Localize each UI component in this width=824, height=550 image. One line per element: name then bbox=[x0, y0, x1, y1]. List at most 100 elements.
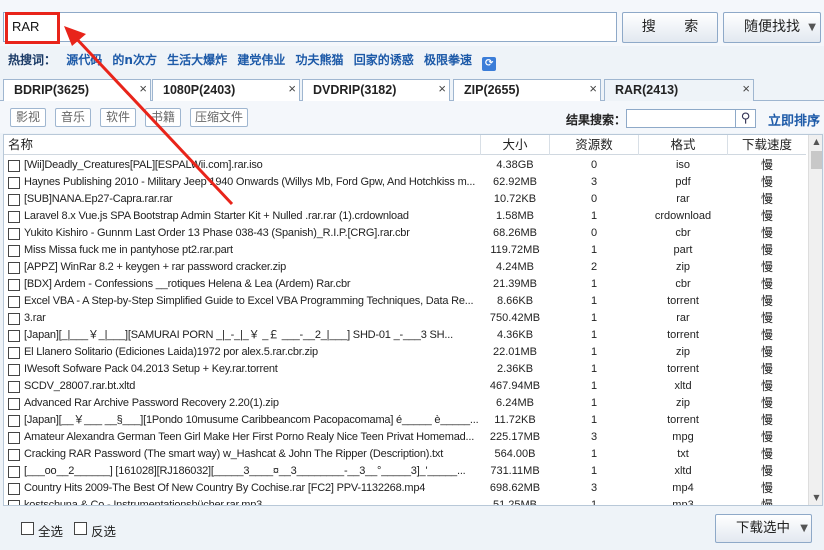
download-selected-button[interactable]: 下载选中 ▼ bbox=[715, 514, 812, 543]
category-books[interactable]: 书籍 bbox=[145, 108, 181, 127]
close-icon[interactable]: × bbox=[139, 78, 147, 99]
random-find-button[interactable]: 随便找找 ▼ bbox=[723, 12, 821, 43]
file-name[interactable]: [APPZ] WinRar 8.2 + keygen + rar passwor… bbox=[24, 259, 480, 276]
row-checkbox[interactable] bbox=[8, 313, 20, 325]
table-row[interactable]: [Wii]Deadly_Creatures[PAL][ESPALWii.com]… bbox=[4, 157, 806, 174]
chevron-down-icon[interactable]: ▼ bbox=[808, 13, 816, 42]
close-icon[interactable]: × bbox=[288, 78, 296, 99]
select-all-label[interactable]: 全选 bbox=[38, 521, 63, 540]
table-row[interactable]: Amateur Alexandra German Teen Girl Make … bbox=[4, 429, 806, 446]
file-name[interactable]: Amateur Alexandra German Teen Girl Make … bbox=[24, 429, 480, 446]
file-name[interactable]: Miss Missa fuck me in pantyhose pt2.rar.… bbox=[24, 242, 480, 259]
table-row[interactable]: Country Hits 2009-The Best Of New Countr… bbox=[4, 480, 806, 497]
hot-word[interactable]: 源代码 bbox=[66, 53, 102, 67]
close-icon[interactable]: × bbox=[742, 78, 750, 99]
row-checkbox[interactable] bbox=[8, 449, 20, 461]
scrollbar[interactable]: ▲ ▼ bbox=[808, 135, 822, 505]
file-name[interactable]: Advanced Rar Archive Password Recovery 2… bbox=[24, 395, 480, 412]
table-row[interactable]: IWesoft Sofware Pack 04.2013 Setup + Key… bbox=[4, 361, 806, 378]
table-row[interactable]: 3.rar 750.42MB 1 rar 慢 bbox=[4, 310, 806, 327]
invert-selection-label[interactable]: 反选 bbox=[91, 521, 116, 540]
file-name[interactable]: [Japan][_|___￥_|___][SAMURAI PORN _|_-_|… bbox=[24, 327, 480, 344]
search-icon[interactable]: ⚲ bbox=[736, 109, 756, 128]
refresh-icon[interactable]: ⟳ bbox=[482, 57, 497, 71]
category-software[interactable]: 软件 bbox=[100, 108, 136, 127]
table-row[interactable]: [Japan][_|___￥_|___][SAMURAI PORN _|_-_|… bbox=[4, 327, 806, 344]
column-format[interactable]: 格式 bbox=[639, 135, 728, 155]
table-row[interactable]: Miss Missa fuck me in pantyhose pt2.rar.… bbox=[4, 242, 806, 259]
file-name[interactable]: [BDX] Ardem - Confessions __rotiques Hel… bbox=[24, 276, 480, 293]
tab-dvdrip[interactable]: DVDRIP(3182) × bbox=[302, 79, 450, 101]
scroll-up-icon[interactable]: ▲ bbox=[809, 135, 822, 149]
invert-selection-checkbox[interactable] bbox=[74, 522, 87, 535]
file-name[interactable]: 3.rar bbox=[24, 310, 480, 327]
column-name[interactable]: 名称 bbox=[4, 135, 481, 155]
search-button[interactable]: 搜 索 bbox=[622, 12, 718, 43]
file-name[interactable]: SCDV_28007.rar.bt.xltd bbox=[24, 378, 480, 395]
category-music[interactable]: 音乐 bbox=[55, 108, 91, 127]
file-name[interactable]: Haynes Publishing 2010 - Military Jeep 1… bbox=[24, 174, 480, 191]
tab-1080p[interactable]: 1080P(2403) × bbox=[152, 79, 300, 101]
row-checkbox[interactable] bbox=[8, 381, 20, 393]
tab-zip[interactable]: ZIP(2655) × bbox=[453, 79, 601, 101]
table-row[interactable]: [BDX] Ardem - Confessions __rotiques Hel… bbox=[4, 276, 806, 293]
file-name[interactable]: Yukito Kishiro - Gunnm Last Order 13 Pha… bbox=[24, 225, 480, 242]
close-icon[interactable]: × bbox=[438, 78, 446, 99]
table-row[interactable]: [SUB]NANA.Ep27-Capra.rar.rar 10.72KB 0 rar 慢 bbox=[4, 191, 806, 208]
row-checkbox[interactable] bbox=[8, 432, 20, 444]
row-checkbox[interactable] bbox=[8, 245, 20, 257]
table-row[interactable]: Yukito Kishiro - Gunnm Last Order 13 Pha… bbox=[4, 225, 806, 242]
row-checkbox[interactable] bbox=[8, 483, 20, 495]
search-input[interactable]: RAR bbox=[3, 12, 617, 42]
hot-word[interactable]: 回家的诱惑 bbox=[354, 53, 414, 67]
tab-rar[interactable]: RAR(2413) × bbox=[604, 79, 754, 102]
file-name[interactable]: Laravel 8.x Vue.js SPA Bootstrap Admin S… bbox=[24, 208, 480, 225]
hot-word[interactable]: 建党伟业 bbox=[237, 53, 285, 67]
column-speed[interactable]: 下载速度 bbox=[728, 135, 806, 155]
hot-word[interactable]: 生活大爆炸 bbox=[167, 53, 227, 67]
table-row[interactable]: [___oo__2______] [161028][RJ186032][____… bbox=[4, 463, 806, 480]
category-video[interactable]: 影视 bbox=[10, 108, 46, 127]
file-name[interactable]: [Wii]Deadly_Creatures[PAL][ESPALWii.com]… bbox=[24, 157, 480, 174]
row-checkbox[interactable] bbox=[8, 160, 20, 172]
chevron-down-icon[interactable]: ▼ bbox=[800, 515, 808, 542]
file-name[interactable]: El Llanero Solitario (Ediciones Laida)19… bbox=[24, 344, 480, 361]
file-name[interactable]: kostschuna & Co - Instrumentationsbücher… bbox=[24, 497, 480, 505]
row-checkbox[interactable] bbox=[8, 194, 20, 206]
row-checkbox[interactable] bbox=[8, 415, 20, 427]
row-checkbox[interactable] bbox=[8, 347, 20, 359]
row-checkbox[interactable] bbox=[8, 466, 20, 478]
file-name[interactable]: [SUB]NANA.Ep27-Capra.rar.rar bbox=[24, 191, 480, 208]
row-checkbox[interactable] bbox=[8, 211, 20, 223]
row-checkbox[interactable] bbox=[8, 398, 20, 410]
row-checkbox[interactable] bbox=[8, 500, 20, 505]
row-checkbox[interactable] bbox=[8, 177, 20, 189]
table-row[interactable]: SCDV_28007.rar.bt.xltd 467.94MB 1 xltd 慢 bbox=[4, 378, 806, 395]
file-name[interactable]: Cracking RAR Password (The smart way) w_… bbox=[24, 446, 480, 463]
row-checkbox[interactable] bbox=[8, 364, 20, 376]
file-name[interactable]: Country Hits 2009-The Best Of New Countr… bbox=[24, 480, 480, 497]
hot-word[interactable]: 功夫熊猫 bbox=[296, 53, 344, 67]
tab-bdrip[interactable]: BDRIP(3625) × bbox=[3, 79, 151, 101]
result-search-input[interactable] bbox=[626, 109, 736, 128]
row-checkbox[interactable] bbox=[8, 296, 20, 308]
table-row[interactable]: Excel VBA - A Step-by-Step Simplified Gu… bbox=[4, 293, 806, 310]
scroll-down-icon[interactable]: ▼ bbox=[809, 491, 822, 505]
column-size[interactable]: 大小 bbox=[481, 135, 550, 155]
table-row[interactable]: Laravel 8.x Vue.js SPA Bootstrap Admin S… bbox=[4, 208, 806, 225]
table-row[interactable]: Advanced Rar Archive Password Recovery 2… bbox=[4, 395, 806, 412]
file-name[interactable]: Excel VBA - A Step-by-Step Simplified Gu… bbox=[24, 293, 480, 310]
scrollbar-thumb[interactable] bbox=[811, 151, 822, 169]
sort-now-link[interactable]: 立即排序 bbox=[768, 110, 820, 129]
table-row[interactable]: kostschuna & Co - Instrumentationsbücher… bbox=[4, 497, 806, 505]
select-all-checkbox[interactable] bbox=[21, 522, 34, 535]
table-row[interactable]: Haynes Publishing 2010 - Military Jeep 1… bbox=[4, 174, 806, 191]
hot-word[interactable]: 极限拳速 bbox=[424, 53, 472, 67]
close-icon[interactable]: × bbox=[589, 78, 597, 99]
category-archives[interactable]: 压缩文件 bbox=[190, 108, 248, 127]
row-checkbox[interactable] bbox=[8, 279, 20, 291]
row-checkbox[interactable] bbox=[8, 330, 20, 342]
table-row[interactable]: [Japan][__￥___ __§___][1Pondo 10musume C… bbox=[4, 412, 806, 429]
row-checkbox[interactable] bbox=[8, 262, 20, 274]
file-name[interactable]: [Japan][__￥___ __§___][1Pondo 10musume C… bbox=[24, 412, 480, 429]
